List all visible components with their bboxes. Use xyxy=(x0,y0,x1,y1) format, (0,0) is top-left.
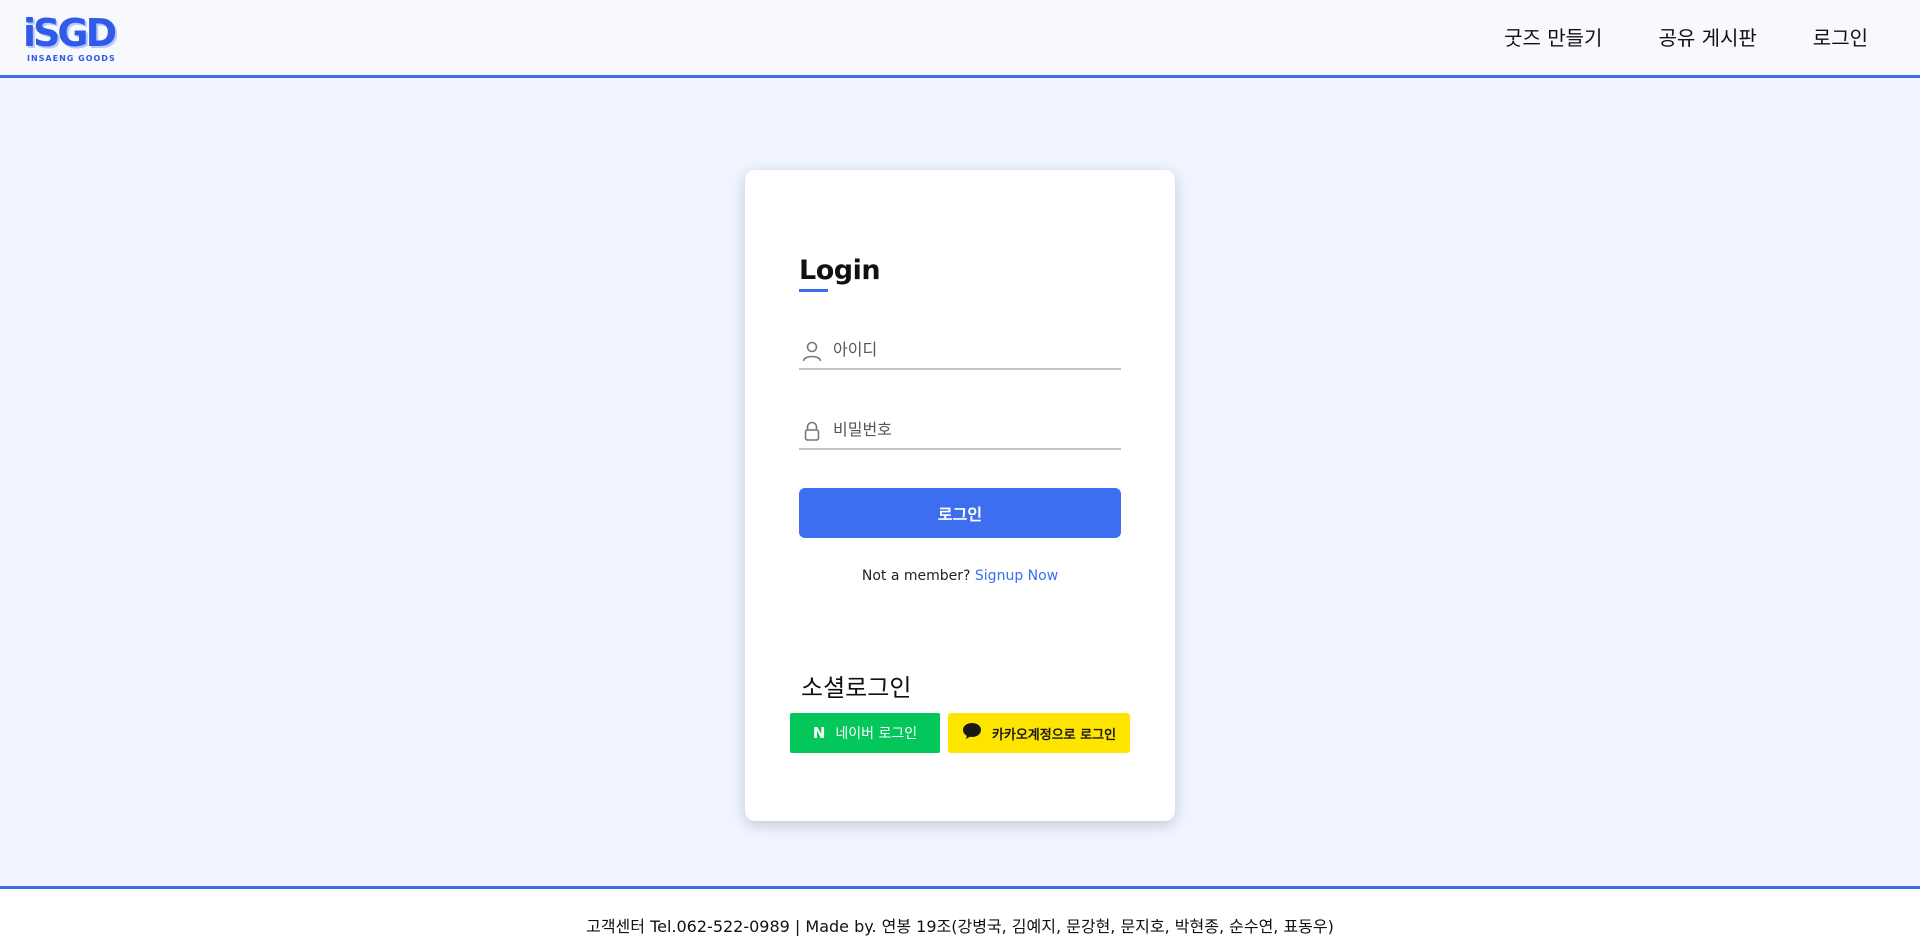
user-icon xyxy=(801,340,823,362)
login-card: Login 로그인 Not a member? Signup Now 소셜로그인… xyxy=(745,170,1175,821)
id-field xyxy=(799,334,1121,370)
nav-item-login[interactable]: 로그인 xyxy=(1813,24,1868,52)
signup-link[interactable]: Signup Now xyxy=(975,568,1058,584)
nav-item-share-board[interactable]: 공유 게시판 xyxy=(1658,24,1756,52)
password-field xyxy=(799,414,1121,450)
naver-login-label: 네이버 로그인 xyxy=(835,726,918,742)
logo[interactable]: iSGD INSAENG GOODS xyxy=(23,12,125,66)
logo-subtext: INSAENG GOODS xyxy=(27,54,116,63)
social-login-title: 소셜로그인 xyxy=(801,674,912,702)
id-input[interactable] xyxy=(833,334,1113,364)
footer: 고객센터 Tel.062-522-0989 | Made by. 연봉 19조(… xyxy=(0,886,1920,937)
lock-icon xyxy=(801,420,823,442)
logo-text: iSGD xyxy=(23,11,117,55)
login-button[interactable]: 로그인 xyxy=(799,488,1121,538)
naver-login-button[interactable]: N 네이버 로그인 xyxy=(790,713,940,753)
title-underline xyxy=(799,289,828,292)
main-nav: 굿즈 만들기 공유 게시판 로그인 xyxy=(1504,24,1868,52)
kakao-speech-bubble-icon xyxy=(962,722,982,744)
header: iSGD INSAENG GOODS 굿즈 만들기 공유 게시판 로그인 xyxy=(0,0,1920,78)
naver-logo-icon: N xyxy=(812,724,826,742)
footer-text: 고객센터 Tel.062-522-0989 | Made by. 연봉 19조(… xyxy=(586,917,1334,936)
signup-line: Not a member? Signup Now xyxy=(799,568,1121,584)
not-member-text: Not a member? xyxy=(861,568,971,584)
nav-item-make-goods[interactable]: 굿즈 만들기 xyxy=(1504,24,1602,52)
password-input[interactable] xyxy=(833,414,1113,444)
kakao-login-label: 카카오계정으로 로그인 xyxy=(991,727,1117,743)
login-title: Login xyxy=(799,255,881,286)
kakao-login-button[interactable]: 카카오계정으로 로그인 xyxy=(948,713,1130,753)
